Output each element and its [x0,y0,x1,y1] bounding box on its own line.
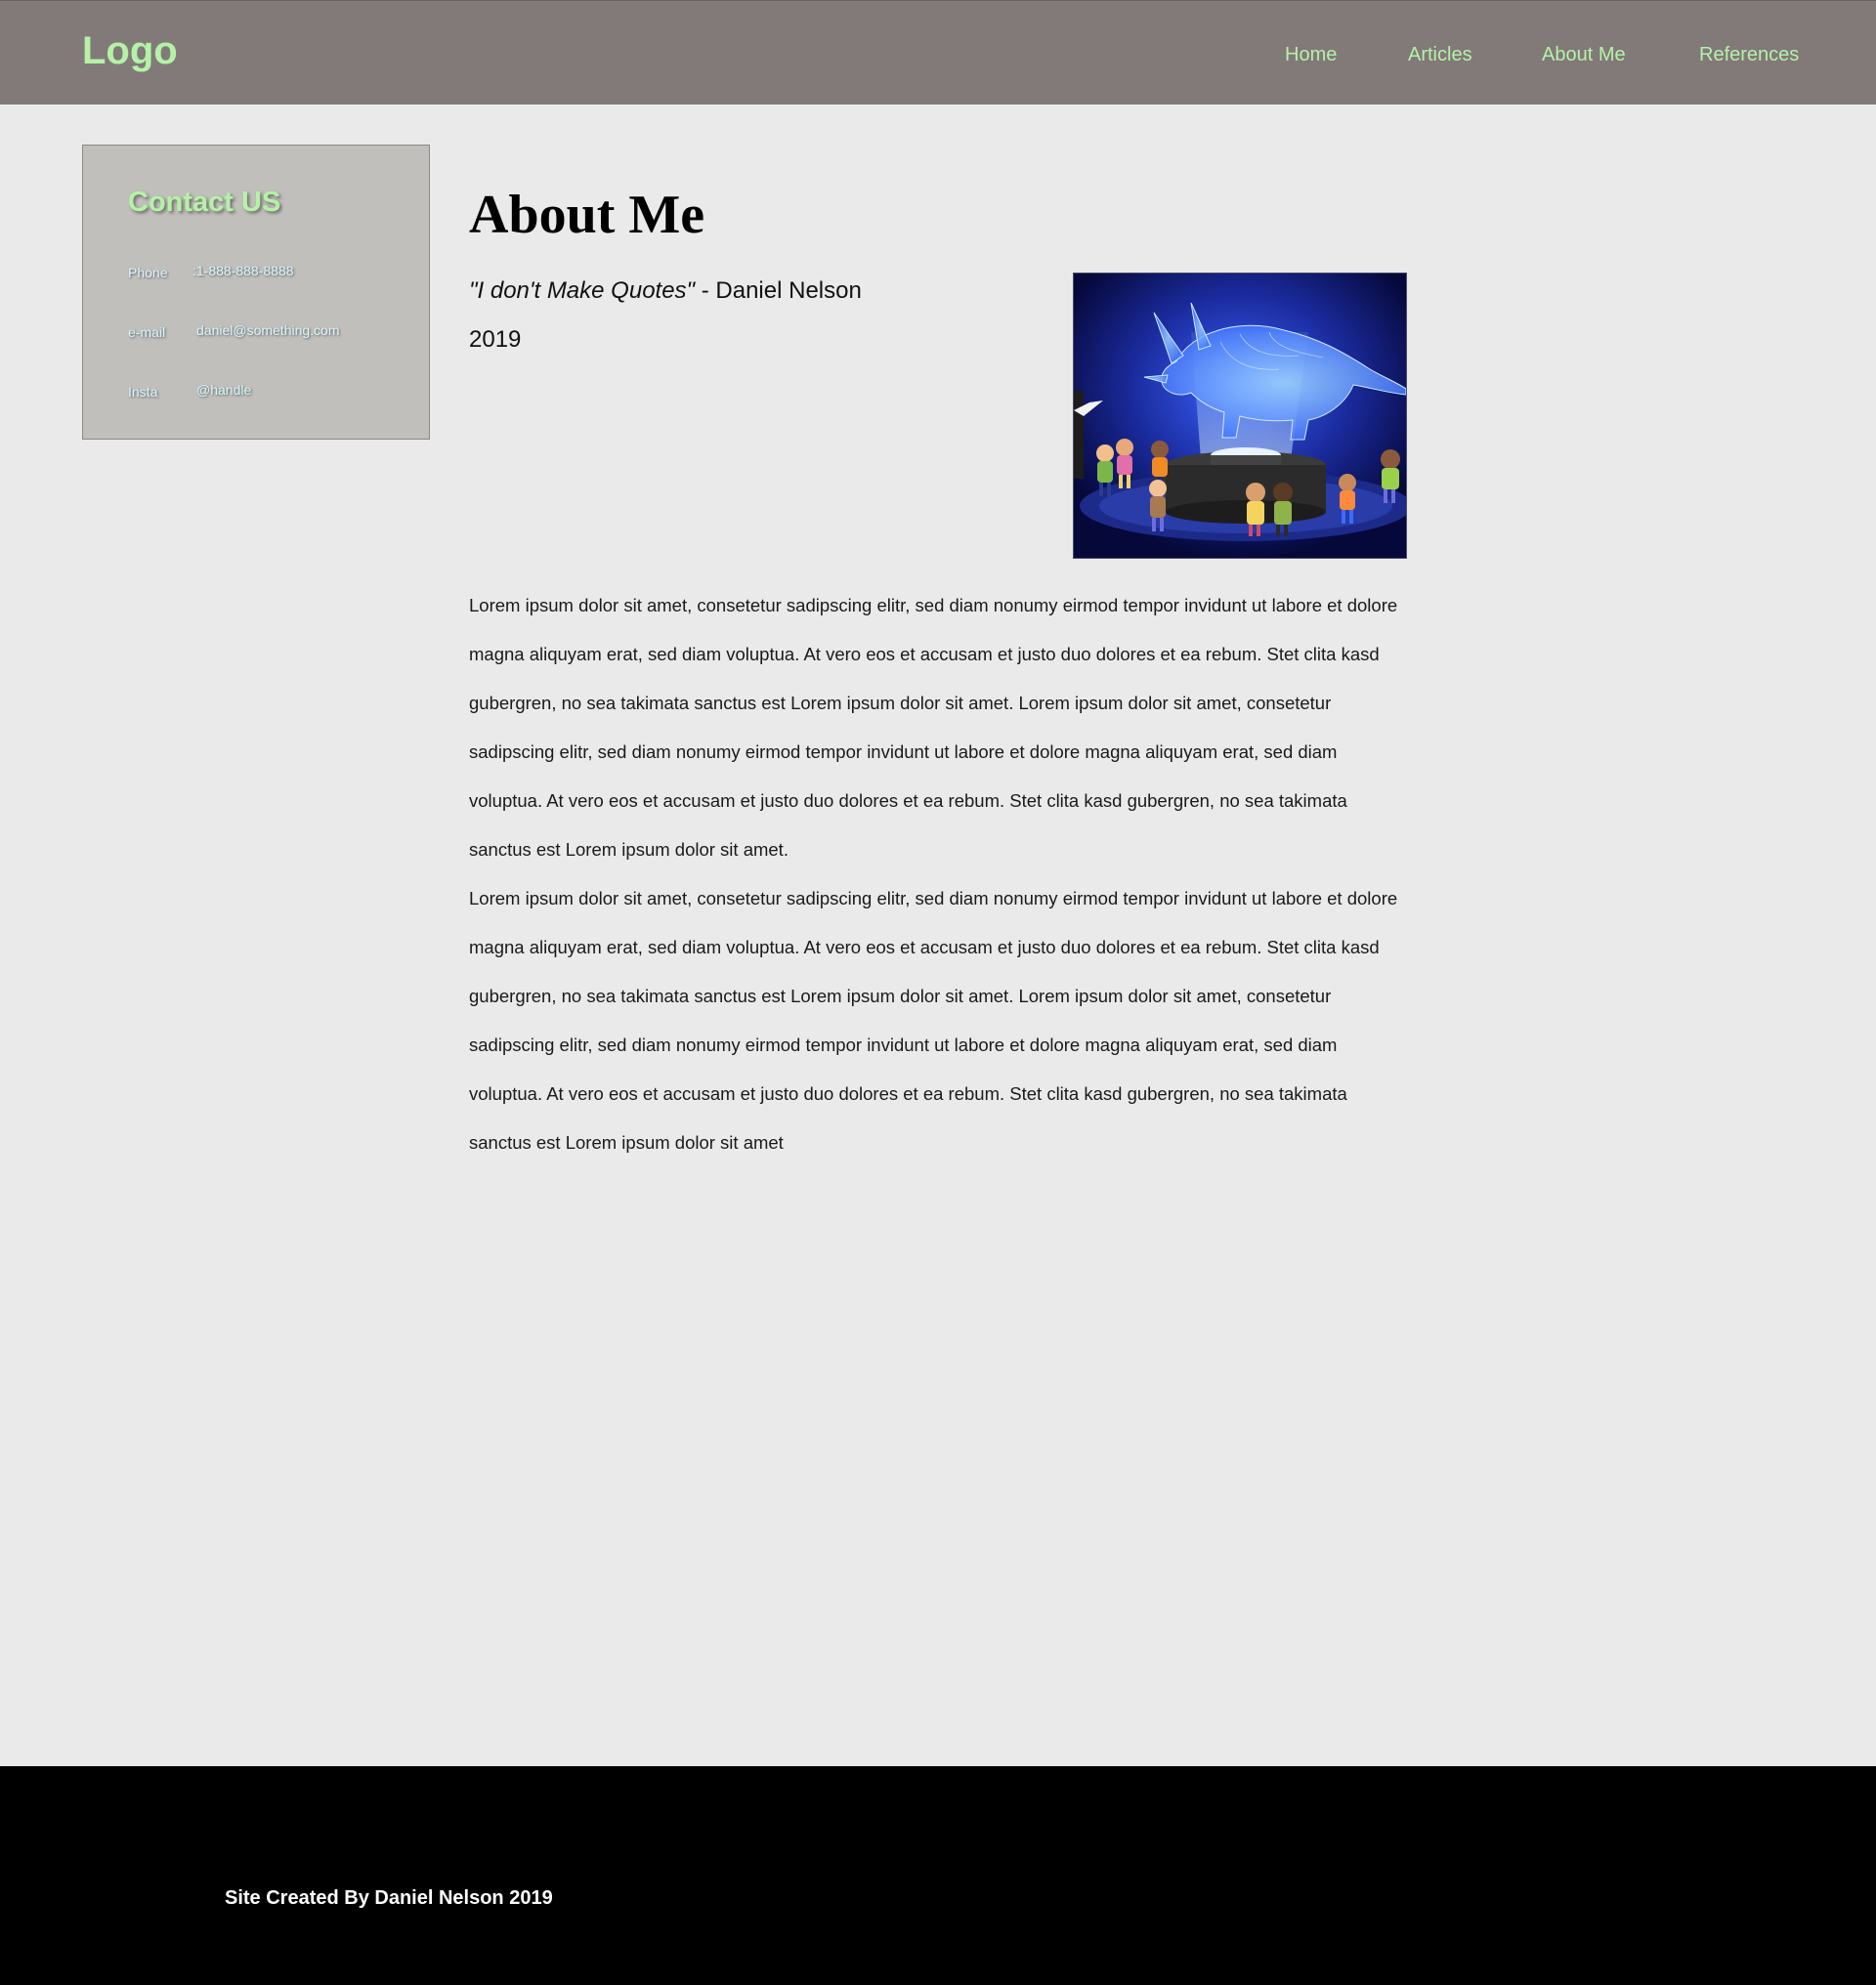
contact-card: Contact US Phone :1-888-888-8888 e-mail … [82,145,430,440]
nav-articles-link[interactable]: Articles [1408,43,1472,66]
about-body-text: Lorem ipsum dolor sit amet, consetetur s… [469,581,1407,1167]
contact-phone-label: Phone [128,265,168,280]
site-logo[interactable]: Logo [82,31,178,70]
contact-email-label: e-mail [128,324,166,340]
body-paragraph: Lorem ipsum dolor sit amet, consetetur s… [469,888,1398,1153]
quote-year: 2019 [469,326,522,353]
contact-title: Contact US [128,187,281,218]
contact-insta-label: Insta [128,384,158,400]
quote-text: "I don't Make Quotes" [469,277,696,304]
site-footer: Site Created By Daniel Nelson 2019 [0,1766,1876,1985]
quote-attribution: - Daniel Nelson [695,277,862,304]
hologram-dinosaur-image [1073,273,1407,559]
body-paragraph: Lorem ipsum dolor sit amet, consetetur s… [469,595,1398,860]
contact-insta-value[interactable]: @handle [196,381,251,399]
contact-email-value[interactable]: daniel@something.com [196,321,340,339]
nav-references-link[interactable]: References [1699,43,1799,66]
nav-home-link[interactable]: Home [1285,43,1337,66]
nav-about-me-link[interactable]: About Me [1542,43,1626,66]
contact-phone-value[interactable]: :1-888-888-8888 [192,262,294,279]
page-title: About Me [469,185,705,245]
footer-credit: Site Created By Daniel Nelson 2019 [225,1887,553,1909]
quote: "I don't Make Quotes" - Daniel Nelson [469,275,862,307]
